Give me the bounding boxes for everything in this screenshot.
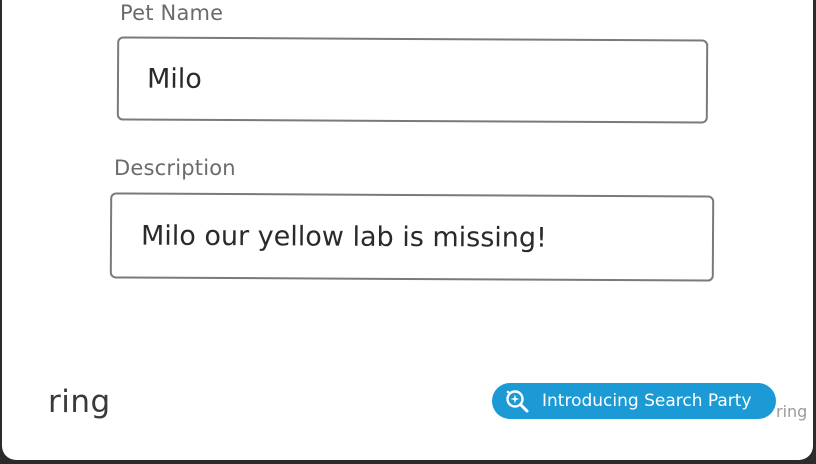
video-frame: Pet Name Milo Description Milo our yello…: [0, 0, 816, 464]
description-value: Milo our yellow lab is missing!: [140, 220, 548, 254]
ring-watermark-text: ring: [776, 402, 808, 421]
pet-name-value: Milo: [146, 63, 202, 95]
search-party-promo-button[interactable]: Introducing Search Party: [492, 383, 776, 419]
ring-logo: ring: [48, 384, 111, 420]
description-label: Description: [114, 156, 236, 180]
ring-watermark: ring: [776, 402, 807, 421]
pet-name-field[interactable]: Milo: [116, 36, 709, 124]
pet-name-label: Pet Name: [120, 1, 224, 25]
search-party-promo-label: Introducing Search Party: [542, 391, 752, 411]
ring-logo-text: ring: [48, 384, 111, 420]
magnifier-sparkle-icon: [504, 388, 530, 414]
description-field[interactable]: Milo our yellow lab is missing!: [109, 192, 715, 282]
pet-form-card: Pet Name Milo Description Milo our yello…: [2, 0, 813, 460]
